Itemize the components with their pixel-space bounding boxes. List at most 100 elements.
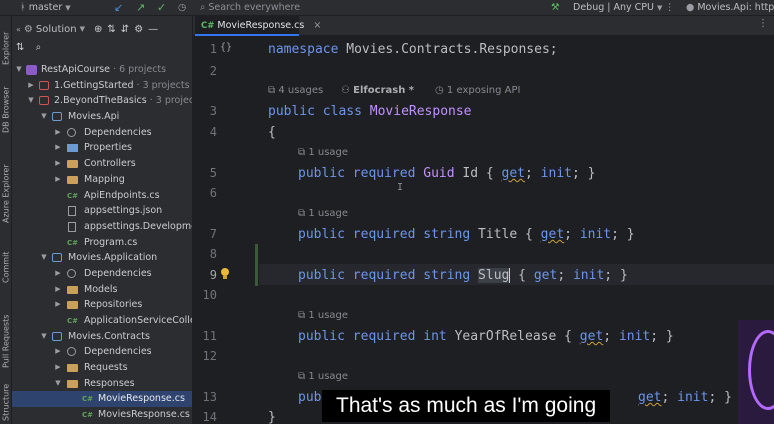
code-line: public required string Title { get; init… [298, 227, 635, 242]
tree-row-appsettings-dev[interactable]: appsettings.Development.json [12, 219, 192, 235]
commit-check-icon[interactable]: ✓ [157, 1, 166, 15]
search-everywhere[interactable]: ⌕ Search everywhere [200, 0, 350, 15]
line-number: 5 [209, 166, 217, 180]
line-number: 7 [209, 227, 217, 241]
expand-arrow-icon[interactable]: ▼ [27, 93, 35, 109]
tab-movieresponse[interactable]: C# MovieResponse.cs × [195, 16, 321, 36]
tree-row-requests[interactable]: ▶ Requests [12, 360, 192, 376]
search-placeholder: Search everywhere [208, 2, 301, 13]
tool-commit[interactable]: Commit [0, 244, 12, 290]
tree-row-movies-application[interactable]: ▼ Movies.Application [12, 250, 192, 266]
branch-selector[interactable]: ᚼ master ▼ [20, 1, 71, 15]
collapsed-arrow-icon[interactable]: ▶ [54, 297, 62, 313]
expand-arrow-icon[interactable]: ▼ [15, 62, 23, 78]
tree-row-apiendpoints[interactable]: C# ApiEndpoints.cs [12, 188, 192, 204]
tree-row-movies-contracts[interactable]: ▼ Movies.Contracts [12, 329, 192, 345]
history-icon[interactable]: ◷ [178, 1, 186, 15]
codelens-usage[interactable]: ⧉ 1 usage [298, 371, 348, 382]
tree-row-movies-api[interactable]: ▼ Movies.Api [12, 109, 192, 125]
collapsed-arrow-icon[interactable]: ▶ [54, 360, 62, 376]
more-icon[interactable]: ⋮ [665, 1, 675, 15]
tool-db-browser[interactable]: DB Browser [0, 80, 12, 140]
build-hammer-icon[interactable]: ⚒ [551, 1, 560, 15]
line-number: 2 [209, 64, 217, 78]
panel-toolbar: ⇅ ⌕ [12, 42, 192, 56]
view-selector[interactable]: « ⚙ Solution ▼ [16, 24, 85, 35]
text-cursor-icon: I [397, 182, 404, 193]
expand-arrow-icon[interactable]: ▼ [40, 329, 48, 345]
tree-row-responses[interactable]: ▼ Responses [12, 376, 192, 392]
tree-row-properties[interactable]: ▶ Properties [12, 140, 192, 156]
settings-gear-icon[interactable]: ⚙ [134, 24, 143, 35]
expand-arrow-icon[interactable]: ▼ [40, 250, 48, 266]
collapsed-arrow-icon[interactable]: ▶ [54, 156, 62, 172]
close-icon[interactable]: × [313, 20, 321, 31]
tree-row-mapping[interactable]: ▶ Mapping [12, 172, 192, 188]
line-number: 8 [209, 247, 217, 261]
dependencies-icon [67, 268, 76, 278]
update-project-icon[interactable]: ↙ [114, 1, 123, 15]
tree-row-movieresponse[interactable]: C# MovieResponse.cs [12, 391, 192, 408]
tree-row-repositories[interactable]: ▶ Repositories [12, 297, 192, 313]
collapse-all-icon[interactable]: ⇵ [121, 24, 129, 35]
tree-row-restapicourse[interactable]: ▼ RestApiCourse · 6 projects [12, 62, 192, 78]
tree-row-beyondthebasics[interactable]: ▼ 2.BeyondTheBasics · 3 projects [12, 93, 192, 109]
push-icon[interactable]: ↗ [136, 1, 145, 15]
tree-row-appservicecollection[interactable]: C# ApplicationServiceCollectionExtension… [12, 313, 192, 329]
webcam-overlay [738, 320, 774, 424]
sort-icon[interactable]: ⇅ [16, 42, 24, 53]
collapsed-arrow-icon[interactable]: ▶ [54, 172, 62, 188]
tree-row-dependencies[interactable]: ▶ Dependencies [12, 344, 192, 360]
collapsed-arrow-icon[interactable]: ▶ [54, 344, 62, 360]
codelens-exposing[interactable]: ◷ 1 exposing API [435, 85, 521, 96]
codelens-usage[interactable]: ⧉ 1 usage [298, 310, 348, 321]
codelens-usages[interactable]: ⧉ 4 usages [268, 85, 323, 96]
tree-row-dependencies[interactable]: ▶ Dependencies [12, 125, 192, 141]
collapsed-arrow-icon[interactable]: ▶ [27, 78, 35, 94]
csharp-file-icon: C# [82, 411, 94, 420]
more-icon[interactable]: ⋮ [758, 18, 768, 29]
expand-arrow-icon[interactable]: ▼ [40, 109, 48, 125]
tool-explorer[interactable]: Explorer [0, 22, 12, 74]
collapsed-arrow-icon[interactable]: ▶ [54, 140, 62, 156]
tool-window-strip: Explorer DB Browser Azure Explorer Commi… [0, 16, 12, 424]
tool-pull-requests[interactable]: Pull Requests [0, 306, 12, 376]
collapsed-arrow-icon[interactable]: ▶ [54, 266, 62, 282]
collapsed-arrow-icon[interactable]: ▶ [54, 282, 62, 298]
run-target-selector[interactable]: ● Movies.Api: https [686, 1, 774, 15]
codelens-usage[interactable]: ⧉ 1 usage [298, 208, 348, 219]
locate-file-icon[interactable]: ⊕ [94, 24, 102, 35]
collapsed-arrow-icon[interactable]: ▶ [54, 125, 62, 141]
dependencies-icon [67, 347, 76, 357]
tree-row-controllers[interactable]: ▶ Controllers [12, 156, 192, 172]
tree-row-gettingstarted[interactable]: ▶ 1.GettingStarted · 3 projects [12, 78, 192, 94]
codelens-usage[interactable]: ⧉ 1 usage [298, 147, 348, 158]
csharp-file-icon: C# [67, 238, 79, 247]
code-line: public required Guid Id { get; init; } [298, 166, 596, 181]
configuration-selector[interactable]: Debug | Any CPU ▼ [573, 1, 662, 15]
tree-row-dependencies[interactable]: ▶ Dependencies [12, 266, 192, 282]
tree-row-program[interactable]: C# Program.cs [12, 235, 192, 251]
line-number: 11 [202, 329, 217, 343]
lightbulb-icon[interactable] [220, 268, 230, 280]
folder-icon [67, 160, 78, 169]
tool-structure[interactable]: Structure [0, 380, 12, 424]
expand-arrow-icon[interactable]: ▼ [54, 376, 62, 392]
expand-all-icon[interactable]: ⇅ [107, 24, 115, 35]
fold-icon[interactable]: {} [220, 42, 232, 53]
tree-row-appsettings[interactable]: appsettings.json [12, 203, 192, 219]
exposing-icon: ◷ [435, 85, 444, 96]
json-file-icon [68, 221, 76, 232]
line-number: 10 [202, 288, 217, 302]
selected-identifier: Slug [478, 268, 510, 283]
search-icon[interactable]: ⌕ [36, 42, 42, 53]
tree-row-models[interactable]: ▶ Models [12, 282, 192, 298]
code-editor[interactable]: 1 {} 2 3 4 5 6 7 8 9 10 11 12 13 14 name… [193, 37, 774, 424]
folder-icon [67, 379, 78, 388]
hide-panel-icon[interactable]: — [148, 24, 158, 35]
line-number: 12 [202, 349, 217, 363]
tree-row-moviesresponse[interactable]: C# MoviesResponse.cs [12, 407, 192, 423]
code-line: public required string Slug { get; init;… [298, 268, 628, 283]
tool-azure-explorer[interactable]: Azure Explorer [0, 156, 12, 232]
codelens-author[interactable]: ⚇ Elfocrash * [341, 85, 414, 96]
